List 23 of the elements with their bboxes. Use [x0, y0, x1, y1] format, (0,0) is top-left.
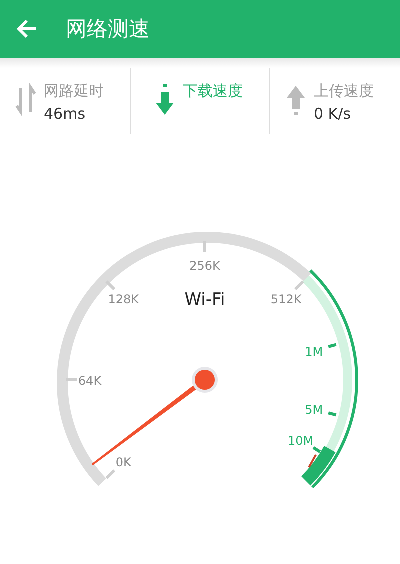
gauge-tick [328, 412, 337, 417]
scale-label: 128K [108, 292, 140, 307]
scale-label: 5M [305, 403, 324, 418]
gauge-tick [106, 469, 116, 480]
scale-label: 64K [78, 374, 102, 388]
scale-label: 256K [190, 259, 220, 273]
scale-label: 1M [305, 344, 324, 359]
scale-label: 512K [270, 292, 302, 307]
back-arrow-icon[interactable] [16, 18, 38, 40]
gauge-tick [204, 241, 206, 252]
gauge-tick [294, 280, 304, 291]
scale-label: 10M [288, 434, 314, 448]
peak-marker [308, 454, 317, 468]
scale-label: 0K [116, 455, 132, 470]
gauge-tick [66, 378, 77, 382]
page-title: 网络测速 [66, 16, 150, 43]
gauge-tick [328, 343, 337, 348]
gauge-tick [312, 446, 322, 454]
network-name: Wi-Fi [184, 290, 226, 310]
up-down-arrows-icon [14, 82, 38, 118]
speed-tab[interactable]: 网路延时 46ms [0, 68, 130, 134]
speed-tab[interactable]: 上传速度 0 K/s [269, 68, 400, 134]
gauge-tick [106, 280, 116, 291]
